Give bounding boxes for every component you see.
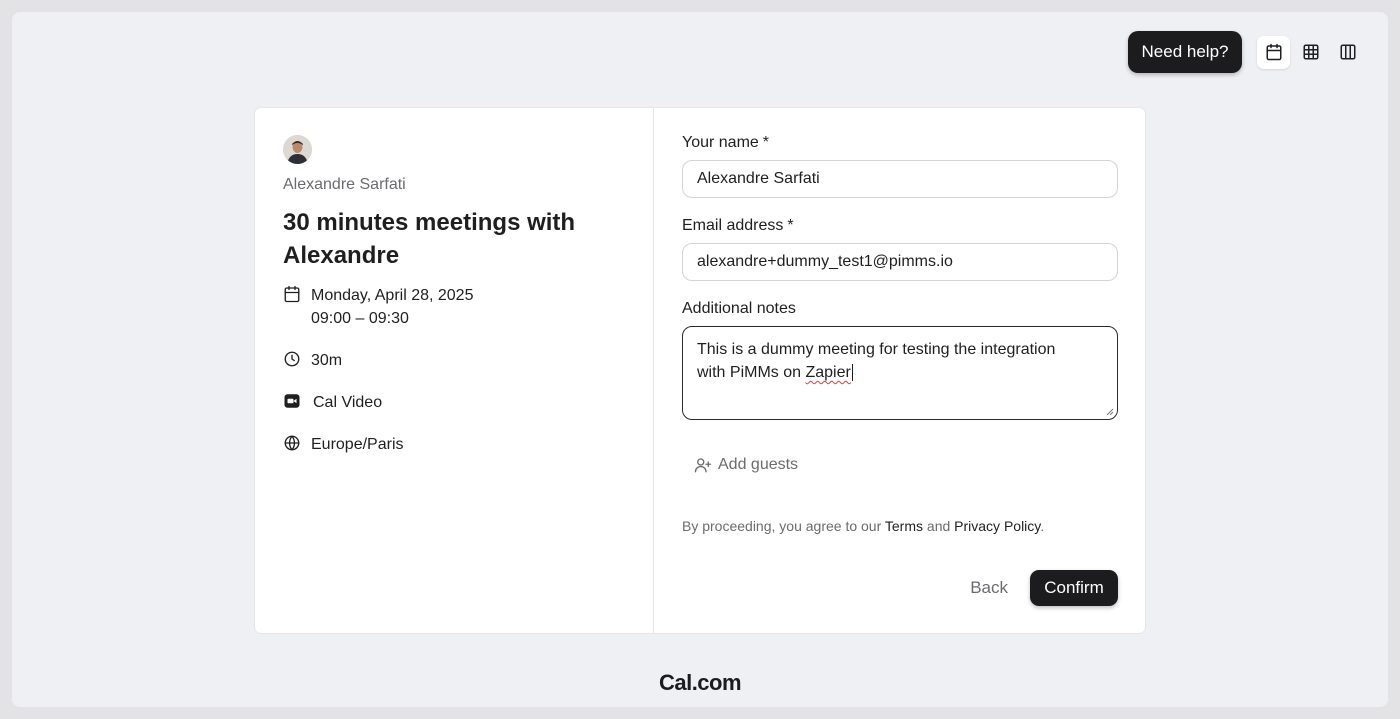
add-guests-button[interactable]: Add guests xyxy=(694,456,1118,474)
terms-link[interactable]: Terms xyxy=(885,518,923,534)
email-input[interactable]: alexandre+dummy_test1@pimms.io xyxy=(682,243,1118,281)
week-view-button[interactable] xyxy=(1294,36,1327,69)
event-date: Monday, April 28, 2025 xyxy=(311,287,474,304)
booking-card: Alexandre Sarfati 30 minutes meetings wi… xyxy=(254,107,1146,634)
calendar-icon xyxy=(1266,43,1281,61)
event-location: Cal Video xyxy=(313,394,383,411)
event-location-row: Cal Video xyxy=(283,391,625,414)
add-guests-label: Add guests xyxy=(718,456,799,473)
columns-icon xyxy=(1340,44,1355,60)
back-button[interactable]: Back xyxy=(970,578,1008,598)
globe-icon xyxy=(284,435,300,451)
event-duration: 30m xyxy=(311,352,343,369)
email-label: Email address * xyxy=(682,217,794,234)
need-help-button[interactable]: Need help? xyxy=(1128,31,1242,73)
month-view-button[interactable] xyxy=(1257,35,1290,69)
view-toggle xyxy=(1254,32,1368,72)
brand-logo[interactable]: Cal.com xyxy=(0,670,1400,696)
calendar-icon xyxy=(284,285,300,303)
notes-text-line2: with PiMMs on xyxy=(697,364,806,381)
event-meta: Monday, April 28, 2025 09:00 – 09:30 30m… xyxy=(283,284,625,456)
host-name: Alexandre Sarfati xyxy=(283,176,406,193)
column-view-button[interactable] xyxy=(1331,36,1364,69)
event-time: 09:00 – 09:30 xyxy=(311,310,409,327)
grid-icon xyxy=(1303,44,1318,60)
name-input[interactable]: Alexandre Sarfati xyxy=(682,160,1118,198)
user-plus-icon xyxy=(694,458,712,473)
notes-text-line1: This is a dummy meeting for testing the … xyxy=(697,341,1056,358)
avatar xyxy=(283,135,312,164)
legal-prefix: By proceeding, you agree to our xyxy=(682,518,885,534)
event-details-panel: Alexandre Sarfati 30 minutes meetings wi… xyxy=(255,108,654,633)
legal-and: and xyxy=(923,518,955,534)
name-field-group: Your name * Alexandre Sarfati xyxy=(682,134,1118,198)
legal-notice: By proceeding, you agree to our Terms an… xyxy=(682,518,1118,534)
notes-textarea[interactable]: This is a dummy meeting for testing the … xyxy=(682,326,1118,420)
form-actions: Back Confirm xyxy=(970,570,1118,606)
notes-label: Additional notes xyxy=(682,300,796,317)
text-cursor xyxy=(851,364,853,381)
video-camera-icon xyxy=(284,394,300,408)
event-date-row: Monday, April 28, 2025 09:00 – 09:30 xyxy=(283,284,625,330)
clock-icon xyxy=(284,351,300,367)
confirm-button[interactable]: Confirm xyxy=(1030,570,1118,606)
legal-suffix: . xyxy=(1040,518,1045,534)
booking-form: Your name * Alexandre Sarfati Email addre… xyxy=(654,108,1145,633)
event-timezone-row: Europe/Paris xyxy=(283,433,625,456)
event-timezone: Europe/Paris xyxy=(311,436,404,453)
privacy-policy-link[interactable]: Privacy Policy xyxy=(954,518,1040,534)
notes-field-group: Additional notes This is a dummy meeting… xyxy=(682,300,1118,420)
email-field-group: Email address * alexandre+dummy_test1@pim… xyxy=(682,217,1118,281)
resize-grip-icon[interactable] xyxy=(1106,408,1114,416)
notes-misspelled-word: Zapier xyxy=(805,364,851,381)
event-title: 30 minutes meetings with Alexandre xyxy=(283,209,576,269)
name-label: Your name * xyxy=(682,134,770,151)
event-duration-row: 30m xyxy=(283,349,625,372)
